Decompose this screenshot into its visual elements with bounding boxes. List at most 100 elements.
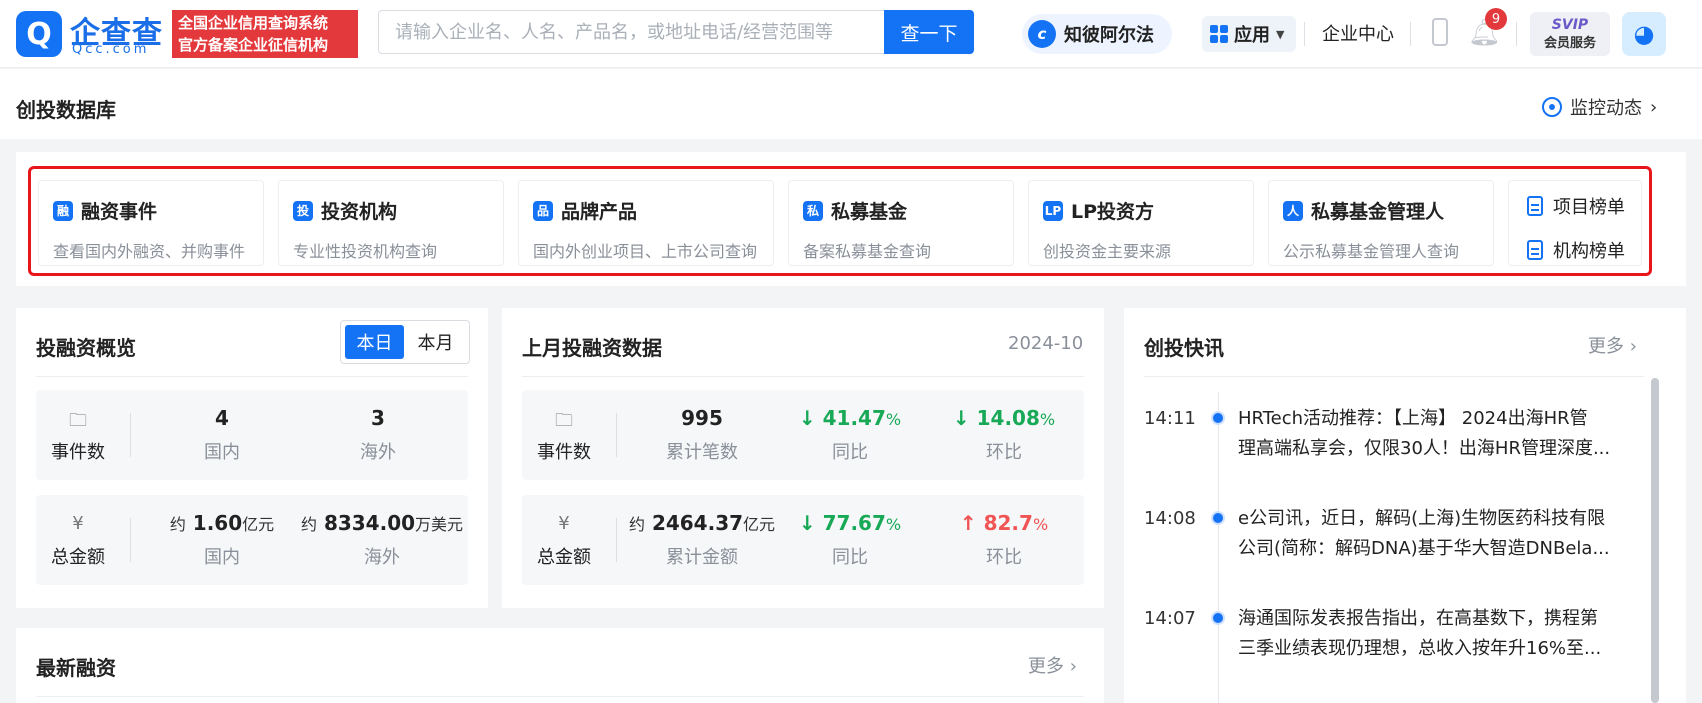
last-month-amount-row: ¥ 总金额 约 2464.37亿元 累计金额 ↓ 77.67% 同比 ↑ 82.… <box>522 495 1084 585</box>
logo-icon[interactable]: Q <box>16 11 62 57</box>
manager-icon: 人 <box>1283 200 1303 221</box>
news-more-link[interactable]: 更多 › <box>1588 332 1637 358</box>
chevron-right-icon: › <box>1629 336 1637 357</box>
events-total-value: 995 <box>681 406 723 430</box>
page-title: 创投数据库 <box>16 98 116 122</box>
news-title: 创投快讯 <box>1144 336 1224 360</box>
badge-line-1: 全国企业信用查询系统 <box>178 14 329 32</box>
overview-title: 投融资概览 <box>36 336 136 360</box>
row-divider <box>616 413 617 457</box>
divider <box>522 376 1084 377</box>
news-scrollbar-thumb[interactable] <box>1651 378 1659 703</box>
nav-card-desc: 创投资金主要来源 <box>1043 242 1172 261</box>
amount-yoy-value: 77.67 <box>822 511 886 535</box>
tab-today[interactable]: 本日 <box>345 325 404 359</box>
ai-label: 知彼阿尔法 <box>1064 25 1154 46</box>
header-divider <box>1516 22 1517 46</box>
chevron-down-icon: ▼ <box>1276 27 1285 41</box>
nav-card-title: 私募基金 <box>831 201 908 223</box>
page-bar <box>0 69 1702 139</box>
latest-financing-title: 最新融资 <box>36 656 116 680</box>
project-rank-link[interactable]: 项目榜单 <box>1527 193 1641 219</box>
timeline-dot <box>1211 411 1225 425</box>
amount-unit: 万美元 <box>415 515 464 534</box>
news-line: HRTech活动推荐：【上海】 2024出海HR管 <box>1238 408 1588 429</box>
period-label: 2024-10 <box>1008 333 1084 354</box>
notification-badge: 9 <box>1485 8 1507 30</box>
nav-card-desc: 公示私募基金管理人查询 <box>1283 242 1460 261</box>
events-qoq: ↓ 14.08% 环比 <box>934 406 1074 464</box>
overseas-label: 海外 <box>364 547 400 568</box>
news-item[interactable]: 海通国际发表报告指出，在高基数下，携程第 三季业绩表现仍理想，总收入按年升16%… <box>1238 604 1626 664</box>
nav-card-fund-managers[interactable]: 人私募基金管理人 公示私募基金管理人查询 <box>1268 180 1494 266</box>
monitor-link[interactable]: 监控动态 › <box>1542 94 1657 120</box>
nav-card-title: 私募基金管理人 <box>1311 201 1445 223</box>
news-item[interactable]: e公司讯，近日，解码(上海)生物医药科技有限 公司(简称：解码DNA)基于华大智… <box>1238 504 1626 564</box>
official-badge: 全国企业信用查询系统 官方备案企业征信机构 <box>172 10 358 58</box>
approx-prefix: 约 <box>169 515 186 534</box>
qoq-label: 环比 <box>986 547 1022 568</box>
nav-card-lp-investors[interactable]: LP LP投资方 创投资金主要来源 <box>1028 180 1254 266</box>
news-item[interactable]: HRTech活动推荐：【上海】 2024出海HR管 理高端私享会，仅限30人！出… <box>1238 404 1626 464</box>
monitor-icon <box>1542 97 1562 117</box>
events-yoy: ↓ 41.47% 同比 <box>780 406 920 464</box>
percent-sign: % <box>1039 410 1056 429</box>
rank-links-card: 项目榜单 机构榜单 <box>1508 180 1642 266</box>
header-divider <box>1410 22 1411 46</box>
amount-qoq: ↑ 82.7% 环比 <box>934 511 1074 569</box>
svip-button[interactable]: SVIP 会员服务 <box>1530 12 1610 56</box>
lp-icon: LP <box>1043 200 1063 221</box>
latest-more-link[interactable]: 更多 › <box>1028 652 1077 678</box>
events-total-label: 累计笔数 <box>666 442 738 463</box>
nav-card-financing-events[interactable]: 融融资事件 查看国内外融资、并购事件 <box>38 180 264 266</box>
search-input[interactable] <box>378 10 884 54</box>
yuan-icon: ¥ <box>72 513 84 534</box>
apps-menu-button[interactable]: 应用 ▼ <box>1202 16 1296 52</box>
timeline-dot <box>1211 611 1225 625</box>
ai-assistant-button[interactable]: c 知彼阿尔法 <box>1022 14 1172 54</box>
overseas-amount-value: 8334.00 <box>323 511 416 535</box>
nav-card-title: 投资机构 <box>321 201 398 223</box>
events-label: 事件数 <box>51 442 105 463</box>
nav-card-desc: 专业性投资机构查询 <box>293 242 438 261</box>
chevron-right-icon: › <box>1069 656 1077 677</box>
news-line: e公司讯，近日，解码(上海)生物医药科技有限 <box>1238 508 1606 529</box>
approx-prefix: 约 <box>300 515 317 534</box>
overview-events-row: 🗀︎ 事件数 4 国内 3 海外 <box>36 390 468 480</box>
enterprise-center-link[interactable]: 企业中心 <box>1322 20 1394 46</box>
events-qoq-value: 14.08 <box>976 406 1040 430</box>
nav-card-investment-orgs[interactable]: 投投资机构 专业性投资机构查询 <box>278 180 504 266</box>
tab-month[interactable]: 本月 <box>406 325 465 359</box>
avatar[interactable]: ◕ <box>1622 12 1666 56</box>
svip-subtitle: 会员服务 <box>1543 36 1596 51</box>
mobile-app-icon[interactable] <box>1432 18 1448 46</box>
news-time: 14:08 <box>1144 508 1196 529</box>
folder-icon: 🗀︎ <box>555 410 573 431</box>
domestic-events: 4 国内 <box>156 406 288 464</box>
amount-unit: 亿元 <box>743 515 776 534</box>
search-button[interactable]: 查一下 <box>884 10 974 54</box>
arrow-down-icon: ↓ <box>798 406 816 430</box>
amount-label: 总金额 <box>537 547 591 568</box>
row-divider <box>616 518 617 562</box>
row-divider <box>130 518 131 562</box>
nav-card-title: LP投资方 <box>1071 201 1155 223</box>
percent-sign: % <box>885 410 902 429</box>
period-toggle: 本日 本月 <box>340 320 470 364</box>
private-fund-icon: 私 <box>803 200 823 221</box>
list-icon <box>1527 240 1543 260</box>
svip-label: SVIP <box>1551 17 1589 33</box>
news-time: 14:07 <box>1144 608 1196 629</box>
nav-card-desc: 备案私募基金查询 <box>803 242 932 261</box>
org-rank-link[interactable]: 机构榜单 <box>1527 237 1641 263</box>
percent-sign: % <box>1032 515 1049 534</box>
nav-card-private-funds[interactable]: 私私募基金 备案私募基金查询 <box>788 180 1014 266</box>
logo-domain: Qcc.com <box>72 42 150 57</box>
grid-icon <box>1210 25 1228 43</box>
amount-total: 约 2464.37亿元 累计金额 <box>622 511 782 569</box>
list-icon <box>1527 196 1543 216</box>
nav-card-brand-products[interactable]: 品品牌产品 国内外创业项目、上市公司查询 <box>518 180 774 266</box>
header-divider <box>1304 22 1305 46</box>
news-line: 三季业绩表现仍理想，总收入按年升16%至... <box>1238 638 1602 659</box>
domestic-label: 国内 <box>204 442 240 463</box>
